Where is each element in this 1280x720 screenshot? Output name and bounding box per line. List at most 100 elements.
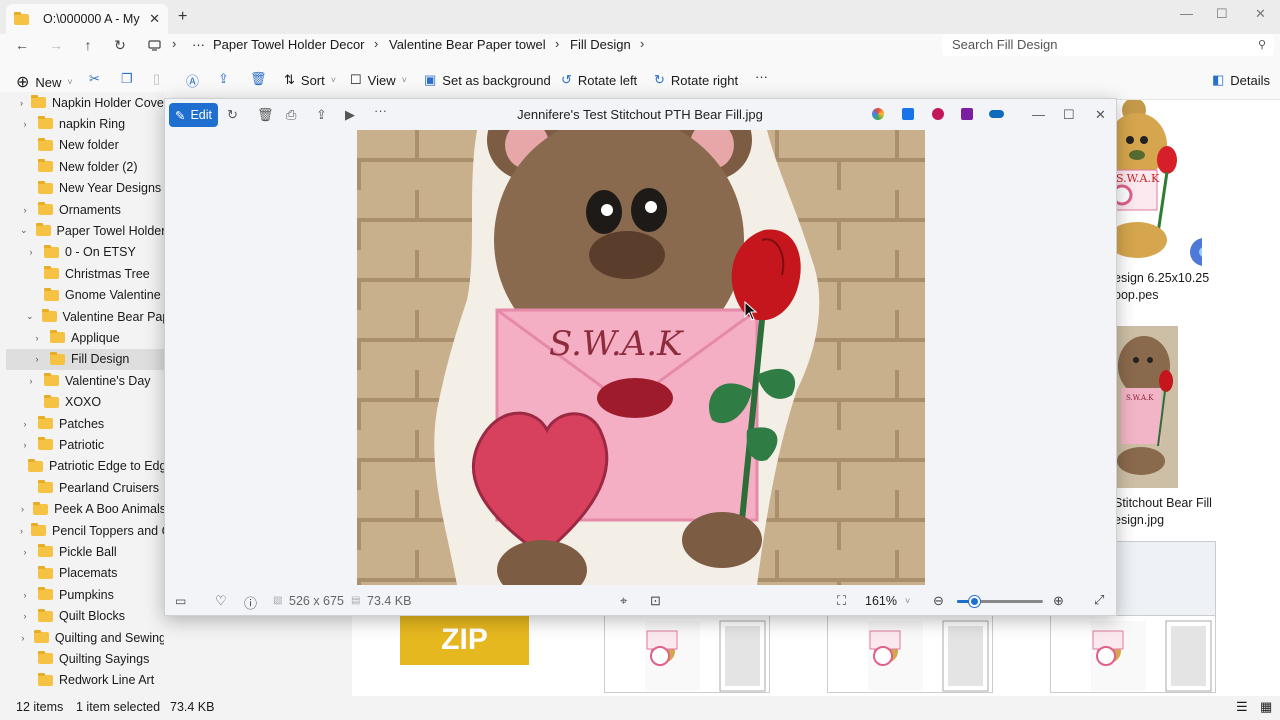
chevron-right-icon[interactable]: › bbox=[20, 504, 25, 514]
tree-item[interactable]: › Pumpkins bbox=[6, 584, 164, 605]
details-view-icon[interactable]: ☰ bbox=[1236, 699, 1248, 715]
tree-item[interactable]: XOXO bbox=[6, 392, 164, 413]
minimize-button[interactable]: — bbox=[1180, 6, 1193, 21]
breadcrumb-item[interactable]: Fill Design bbox=[570, 37, 631, 52]
chevron-right-icon[interactable]: › bbox=[20, 547, 30, 557]
file-thumbnail[interactable] bbox=[1050, 615, 1216, 693]
tree-item[interactable]: Christmas Tree bbox=[6, 263, 164, 284]
minimize-viewer-button[interactable]: — bbox=[1032, 107, 1045, 122]
fit-window-icon[interactable]: ⛶ bbox=[837, 593, 846, 609]
tree-item[interactable]: › Applique bbox=[6, 327, 164, 348]
app-icon[interactable] bbox=[961, 108, 973, 120]
file-thumbnail[interactable] bbox=[604, 615, 770, 693]
tree-item[interactable]: › Patriotic bbox=[6, 434, 164, 455]
maximize-viewer-button[interactable]: ☐ bbox=[1063, 107, 1075, 123]
refresh-icon[interactable]: ↻ bbox=[108, 34, 132, 56]
copy-icon[interactable]: ❐ bbox=[121, 71, 133, 87]
chevron-right-icon[interactable]: › bbox=[32, 354, 42, 364]
tree-item[interactable]: New Year Designs bbox=[6, 178, 164, 199]
set-background-button[interactable]: ▣ Set as background bbox=[424, 72, 551, 88]
new-button[interactable]: ⊕ New ˅ bbox=[16, 72, 73, 92]
tree-item[interactable]: Patriotic Edge to Edg bbox=[6, 456, 164, 477]
chevron-down-icon[interactable]: ⌄ bbox=[20, 225, 28, 236]
zoom-dropdown[interactable]: 161% ˅ bbox=[859, 590, 917, 612]
tree-item[interactable]: › Peek A Boo Animals bbox=[6, 499, 164, 520]
chevron-right-icon[interactable]: › bbox=[20, 440, 30, 450]
visual-search-icon[interactable]: ⌖ bbox=[620, 593, 627, 609]
rotate-right-button[interactable]: ↻ Rotate right bbox=[654, 72, 738, 88]
close-viewer-button[interactable]: ✕ bbox=[1095, 107, 1106, 123]
tree-item[interactable]: › Quilting and Sewing bbox=[6, 627, 164, 648]
explorer-tab[interactable]: O:\000000 A - My Er ✕ bbox=[6, 4, 168, 34]
chevron-right-icon[interactable]: › bbox=[20, 590, 30, 600]
tree-item[interactable]: › 0 - On ETSY bbox=[6, 242, 164, 263]
tree-item[interactable]: › Quilt Blocks bbox=[6, 606, 164, 627]
filmstrip-icon[interactable]: ▭ bbox=[175, 594, 186, 608]
file-thumbnail[interactable]: S.W.A.K bbox=[1116, 326, 1178, 488]
tree-item[interactable]: Gnome Valentine bbox=[6, 285, 164, 306]
rotate-icon[interactable]: ↻ bbox=[227, 107, 238, 123]
chevron-right-icon[interactable]: › bbox=[640, 36, 644, 51]
tree-item[interactable]: ⌄ Paper Towel Holder D bbox=[6, 220, 164, 241]
tree-item[interactable]: Placemats bbox=[6, 563, 164, 584]
tree-item[interactable]: New folder (2) bbox=[6, 156, 164, 177]
up-icon[interactable]: ↑ bbox=[76, 34, 100, 56]
zoom-in-icon[interactable]: ⊕ bbox=[1053, 593, 1064, 609]
chevron-right-icon[interactable]: › bbox=[32, 333, 42, 343]
fullscreen-icon[interactable]: ⤢ bbox=[1094, 592, 1104, 608]
tree-item[interactable]: › Patches bbox=[6, 413, 164, 434]
more-options-button[interactable]: ··· bbox=[755, 69, 768, 84]
text-detect-icon[interactable]: ⊡ bbox=[650, 593, 661, 609]
tree-item[interactable]: New folder bbox=[6, 135, 164, 156]
clipchamp-icon[interactable] bbox=[932, 108, 944, 120]
tree-item[interactable]: › Fill Design bbox=[6, 348, 164, 370]
tree-item[interactable]: Quilting Sayings bbox=[6, 648, 164, 669]
info-icon[interactable]: ⓘ bbox=[244, 593, 257, 612]
more-icon[interactable]: ··· bbox=[374, 103, 387, 118]
back-icon[interactable]: ← bbox=[10, 34, 34, 56]
breadcrumb-more[interactable]: ··· bbox=[192, 37, 205, 52]
file-thumbnail[interactable] bbox=[1116, 541, 1216, 621]
slideshow-icon[interactable]: ▶ bbox=[345, 107, 355, 123]
close-tab-icon[interactable]: ✕ bbox=[149, 11, 160, 27]
chevron-right-icon[interactable]: › bbox=[20, 633, 26, 643]
delete-icon[interactable]: 🗑 bbox=[257, 107, 274, 123]
rename-icon[interactable]: Ⓐ bbox=[186, 71, 199, 90]
zoom-slider-thumb[interactable] bbox=[969, 596, 981, 607]
tiles-view-icon[interactable]: ▦ bbox=[1260, 699, 1272, 715]
tree-item[interactable]: › Napkin Holder Cover bbox=[6, 92, 164, 113]
breadcrumb-item[interactable]: Valentine Bear Paper towel bbox=[389, 37, 546, 52]
edit-button[interactable]: ✎ Edit bbox=[169, 103, 218, 127]
details-button[interactable]: ◧ Details bbox=[1212, 72, 1270, 88]
tree-item[interactable]: › napkin Ring bbox=[6, 113, 164, 134]
delete-icon[interactable]: 🗑 bbox=[250, 71, 267, 87]
chevron-right-icon[interactable]: › bbox=[374, 36, 378, 51]
chevron-down-icon[interactable]: ⌄ bbox=[26, 311, 34, 322]
rotate-left-button[interactable]: ↺ Rotate left bbox=[561, 72, 637, 88]
tree-item[interactable]: Pearland Cruisers bbox=[6, 477, 164, 498]
sort-button[interactable]: ⇅ Sort ˅ bbox=[284, 72, 336, 88]
tree-item[interactable]: › Pencil Toppers and C bbox=[6, 520, 164, 541]
chevron-right-icon[interactable]: › bbox=[20, 526, 23, 536]
chevron-right-icon[interactable]: › bbox=[26, 247, 36, 257]
chevron-right-icon[interactable]: › bbox=[26, 376, 36, 386]
favorite-icon[interactable]: ♡ bbox=[215, 593, 227, 609]
photo-canvas[interactable]: S.W.A.K bbox=[357, 130, 925, 585]
breadcrumb-item[interactable]: Paper Towel Holder Decor bbox=[213, 37, 365, 52]
maximize-button[interactable]: ☐ bbox=[1216, 6, 1228, 22]
file-thumbnail[interactable] bbox=[827, 615, 993, 693]
tree-item[interactable]: › Valentine's Day bbox=[6, 370, 164, 391]
forward-icon[interactable]: → bbox=[44, 34, 68, 56]
onedrive-icon[interactable] bbox=[989, 110, 1004, 118]
zoom-slider[interactable] bbox=[957, 596, 1043, 607]
file-thumbnail[interactable]: S.W.A.K bbox=[1112, 100, 1202, 270]
print-icon[interactable]: ⎙ bbox=[286, 107, 296, 123]
paste-icon[interactable]: ▯ bbox=[153, 71, 160, 87]
tree-item[interactable]: ⌄ Valentine Bear Paper bbox=[6, 306, 164, 327]
share-icon[interactable]: ⇪ bbox=[316, 107, 327, 123]
share-icon[interactable]: ⇪ bbox=[218, 71, 229, 87]
zip-file-icon[interactable]: ZIP bbox=[400, 615, 529, 665]
chevron-right-icon[interactable]: › bbox=[20, 98, 23, 108]
tree-item[interactable]: › Pickle Ball bbox=[6, 541, 164, 562]
new-tab-button[interactable]: + bbox=[178, 8, 187, 26]
